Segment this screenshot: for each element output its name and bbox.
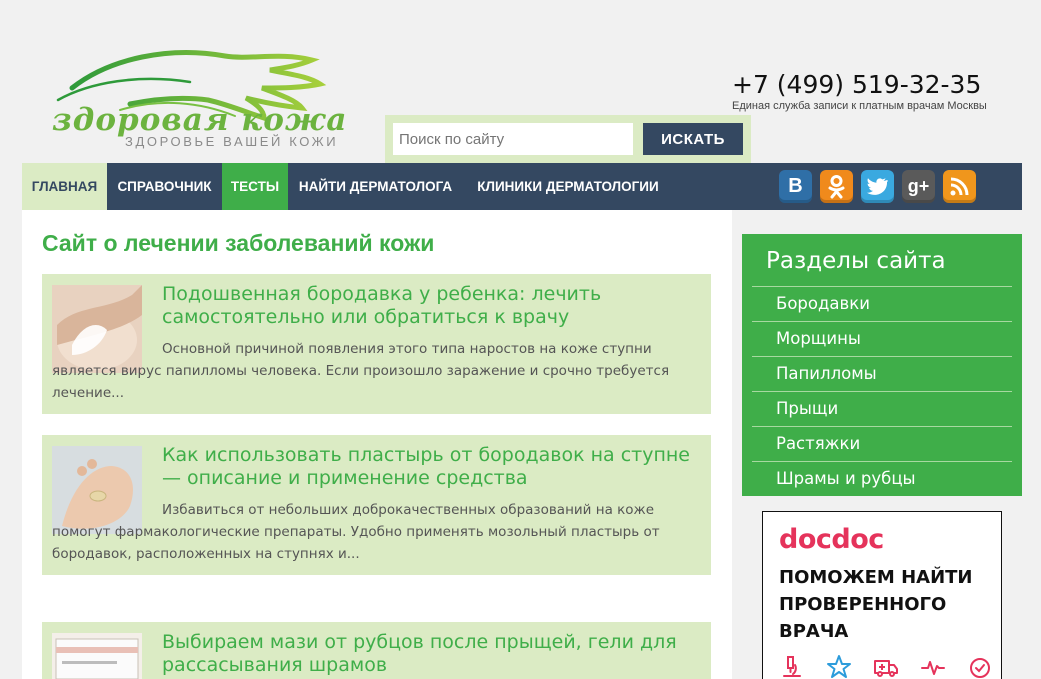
google-plus-icon[interactable]: g+ [902,170,935,203]
article-title[interactable]: Выбираем мази от рубцов после прыщей, ге… [162,631,692,677]
article-card[interactable]: Выбираем мази от рубцов после прыщей, ге… [42,622,711,679]
main-nav: ГЛАВНАЯ СПРАВОЧНИК ТЕСТЫ НАЙТИ ДЕРМАТОЛО… [22,163,1022,210]
sidebar-item-wrinkles[interactable]: Морщины [752,321,1012,356]
article-thumbnail[interactable] [52,633,142,679]
logo-text: здоровая кожа [52,102,348,138]
heartbeat-icon [921,661,945,675]
nav-item-find-dermatologist[interactable]: НАЙТИ ДЕРМАТОЛОГА [288,163,463,210]
ointment-box-image-icon [52,633,142,679]
page-title: Сайт о лечении заболеваний кожи [42,230,435,256]
sidebar-item-scars[interactable]: Шрамы и рубцы [752,461,1012,496]
ad-icon-row [779,654,994,679]
article-title[interactable]: Как использовать пластырь от бородавок н… [162,444,692,490]
article-excerpt: Избавиться от небольших доброкачественны… [52,502,660,562]
twitter-icon[interactable] [861,170,894,203]
article-card[interactable]: Подошвенная бородавка у ребенка: лечить … [42,274,711,414]
vk-icon[interactable]: В [779,170,812,203]
ad-headline: ПОМОЖЕМ НАЙТИ ПРОВЕРЕННОГО ВРАЧА [779,567,973,642]
odnoklassniki-icon[interactable] [820,170,853,203]
search-input[interactable] [393,123,633,155]
phone-caption: Единая служба записи к платным врачам Мо… [732,100,987,112]
sidebar-item-warts[interactable]: Бородавки [752,286,1012,321]
search-form: ИСКАТЬ [385,115,751,163]
sidebar-item-stretch-marks[interactable]: Растяжки [752,426,1012,461]
search-button[interactable]: ИСКАТЬ [643,123,743,155]
phone-number[interactable]: +7 (499) 519-32-35 [732,70,981,99]
site-header: здоровая кожа ЗДОРОВЬЕ ВАШЕЙ КОЖИ ИСКАТЬ… [22,0,1022,163]
twitter-bird-icon [867,178,888,195]
article-title[interactable]: Подошвенная бородавка у ребенка: лечить … [162,283,692,329]
nav-item-tests[interactable]: ТЕСТЫ [222,163,288,210]
docdoc-logo: docdoc [779,524,884,555]
clock-icon [970,658,990,678]
docdoc-ad-banner[interactable]: docdoc ПОМОЖЕМ НАЙТИ ПРОВЕРЕННОГО ВРАЧА [762,511,1002,679]
nav-item-clinics[interactable]: КЛИНИКИ ДЕРМАТОЛОГИИ [463,163,673,210]
logo-tagline: ЗДОРОВЬЕ ВАШЕЙ КОЖИ [125,134,339,149]
ambulance-icon [874,660,898,677]
star-icon [827,655,851,678]
site-sections: Разделы сайта Бородавки Морщины Папиллом… [742,234,1022,496]
article-excerpt: Основной причиной появления этого типа н… [52,341,670,401]
sidebar-item-acne[interactable]: Прыщи [752,391,1012,426]
sidebar-item-papillomas[interactable]: Папилломы [752,356,1012,391]
rss-icon[interactable] [943,170,976,203]
article-card[interactable]: Как использовать пластырь от бородавок н… [42,435,711,575]
sidebar-title: Разделы сайта [766,248,946,274]
microscope-icon [783,656,801,677]
odnoklassniki-glyph-icon [828,175,845,199]
nav-item-reference[interactable]: СПРАВОЧНИК [107,163,222,210]
main-content: Сайт о лечении заболеваний кожи Подошвен… [22,210,732,679]
rss-glyph-icon [950,177,969,196]
nav-item-home[interactable]: ГЛАВНАЯ [22,163,107,210]
